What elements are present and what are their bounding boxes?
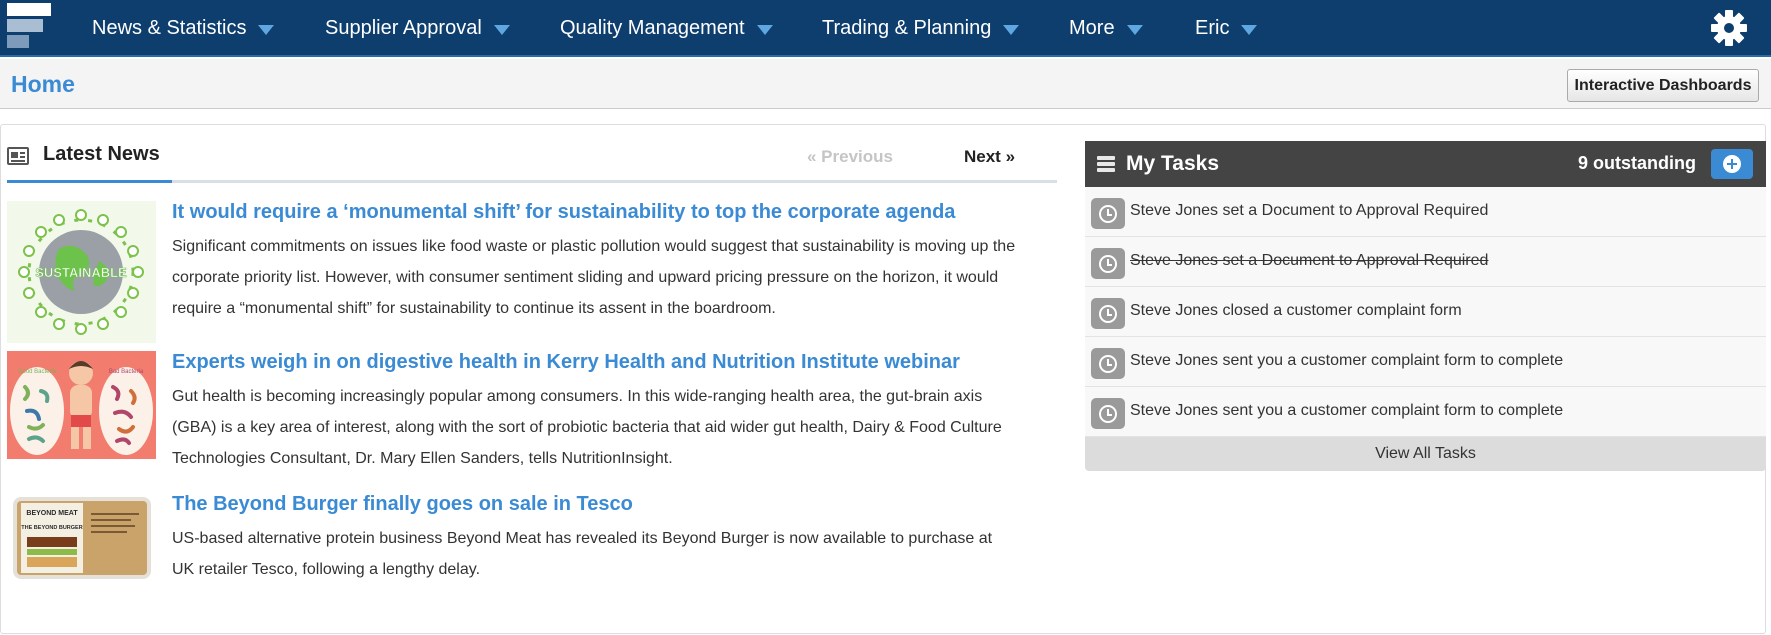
gear-icon[interactable] bbox=[1710, 9, 1748, 47]
task-row[interactable]: Steve Jones set a Document to Approval R… bbox=[1085, 237, 1766, 287]
interactive-dashboards-button[interactable]: Interactive Dashboards bbox=[1567, 69, 1759, 102]
page-title: Home bbox=[11, 71, 75, 97]
nav-label: News & Statistics bbox=[92, 17, 247, 39]
task-row[interactable]: Steve Jones closed a customer complaint … bbox=[1085, 287, 1766, 337]
beyond-burger-image[interactable]: BEYOND MEAT THE BEYOND BURGER bbox=[7, 493, 156, 581]
article-title[interactable]: The Beyond Burger finally goes on sale i… bbox=[172, 493, 633, 516]
page-header: Home Interactive Dashboards bbox=[0, 59, 1771, 109]
news-article: BEYOND MEAT THE BEYOND BURGER The Beyond… bbox=[7, 493, 1017, 593]
gut-bacteria-image[interactable]: Good Bacteria Bad Bacteria bbox=[7, 351, 156, 459]
plus-circle-icon bbox=[1723, 155, 1741, 173]
next-link[interactable]: Next » bbox=[964, 147, 1015, 167]
chevron-down-icon bbox=[756, 25, 773, 35]
thumb-brand: BEYOND MEAT bbox=[26, 510, 78, 517]
task-text: Steve Jones sent you a customer complain… bbox=[1130, 352, 1564, 369]
task-row[interactable]: Steve Jones sent you a customer complain… bbox=[1085, 387, 1766, 437]
nav-supplier-approval[interactable]: Supplier Approval bbox=[325, 0, 510, 57]
thumb-right-caption: Bad Bacteria bbox=[109, 369, 144, 375]
thumb-caption: SUSTAINABLE bbox=[35, 265, 127, 280]
chevron-down-icon bbox=[1126, 25, 1143, 35]
nav-more[interactable]: More bbox=[1069, 0, 1143, 57]
nav-quality-management[interactable]: Quality Management bbox=[560, 0, 773, 57]
task-text: Steve Jones closed a customer complaint … bbox=[1130, 302, 1462, 319]
article-summary: Gut health is becoming increasingly popu… bbox=[172, 388, 1002, 467]
clock-icon bbox=[1091, 348, 1125, 379]
add-task-button[interactable] bbox=[1711, 149, 1753, 179]
clock-icon bbox=[1091, 198, 1125, 229]
task-text: Steve Jones sent you a customer complain… bbox=[1130, 402, 1564, 419]
tasks-outstanding-count: 9 outstanding bbox=[1578, 153, 1696, 173]
top-nav: News & Statistics Supplier Approval Qual… bbox=[0, 0, 1771, 57]
chevron-down-icon bbox=[1003, 25, 1020, 35]
clock-icon bbox=[1091, 398, 1125, 429]
app-logo[interactable] bbox=[7, 3, 53, 49]
server-list-icon bbox=[1097, 156, 1115, 173]
clock-icon bbox=[1091, 248, 1125, 279]
news-article: Good Bacteria Bad Bacteria Experts weigh… bbox=[7, 351, 1017, 491]
article-summary: US-based alternative protein business Be… bbox=[172, 530, 993, 578]
task-text-completed: Steve Jones set a Document to Approval R… bbox=[1130, 252, 1489, 269]
previous-link: « Previous bbox=[807, 147, 893, 166]
my-tasks-panel: My Tasks 9 outstanding Steve Jones set a… bbox=[1085, 141, 1766, 471]
nav-label: Supplier Approval bbox=[325, 17, 482, 39]
chevron-down-icon bbox=[493, 25, 510, 35]
chevron-down-icon bbox=[1241, 25, 1258, 35]
news-header: Latest News « Previous Next » bbox=[7, 141, 1057, 183]
thumb-left-caption: Good Bacteria bbox=[18, 369, 57, 375]
nav-label: Eric bbox=[1195, 17, 1230, 39]
nav-news-statistics[interactable]: News & Statistics bbox=[92, 0, 275, 57]
nav-trading-planning[interactable]: Trading & Planning bbox=[822, 0, 1020, 57]
nav-user-menu[interactable]: Eric bbox=[1195, 0, 1258, 57]
task-row[interactable]: Steve Jones sent you a customer complain… bbox=[1085, 337, 1766, 387]
tasks-title: My Tasks bbox=[1126, 152, 1219, 175]
tab-latest-news[interactable]: Latest News bbox=[7, 141, 172, 183]
task-text: Steve Jones set a Document to Approval R… bbox=[1130, 202, 1489, 219]
article-title[interactable]: It would require a ‘monumental shift’ fo… bbox=[172, 201, 955, 224]
task-row[interactable]: Steve Jones set a Document to Approval R… bbox=[1085, 187, 1766, 237]
newspaper-icon bbox=[7, 147, 29, 165]
nav-label: Quality Management bbox=[560, 17, 745, 39]
tasks-header: My Tasks 9 outstanding bbox=[1085, 141, 1766, 187]
article-summary: Significant commitments on issues like f… bbox=[172, 238, 1016, 317]
nav-label: Trading & Planning bbox=[822, 17, 992, 39]
news-heading: Latest News bbox=[43, 143, 160, 165]
article-title[interactable]: Experts weigh in on digestive health in … bbox=[172, 351, 960, 374]
news-article: SUSTAINABLE It would require a ‘monument… bbox=[7, 201, 1017, 343]
nav-label: More bbox=[1069, 17, 1115, 39]
clock-icon bbox=[1091, 298, 1125, 329]
sustainable-globe-image[interactable]: SUSTAINABLE bbox=[7, 201, 156, 343]
thumb-product: THE BEYOND BURGER bbox=[21, 525, 82, 531]
view-all-tasks-button[interactable]: View All Tasks bbox=[1085, 437, 1766, 471]
chevron-down-icon bbox=[258, 25, 275, 35]
